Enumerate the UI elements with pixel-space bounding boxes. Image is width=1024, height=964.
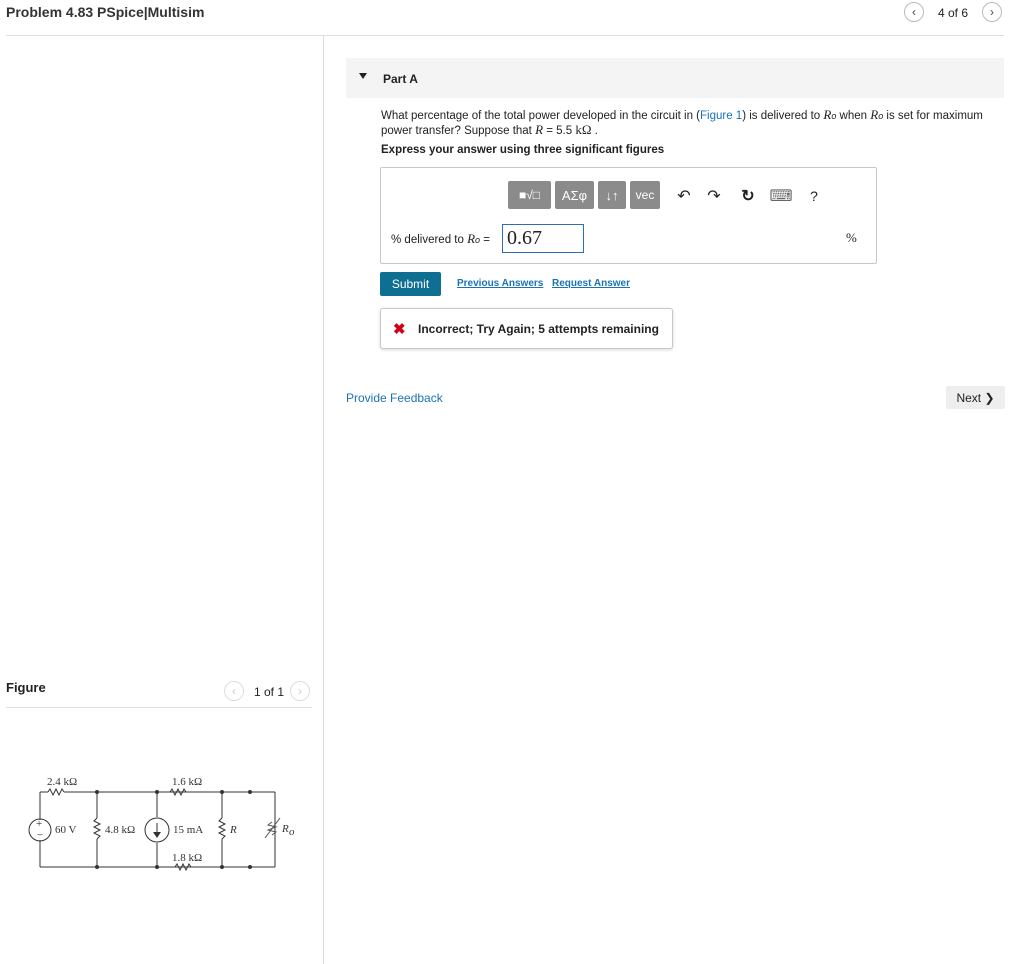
minus-sign: − bbox=[37, 829, 43, 841]
next-button[interactable]: Next ❯ bbox=[946, 386, 1005, 409]
incorrect-x-icon: ✖ bbox=[393, 321, 406, 338]
question-text: What percentage of the total power devel… bbox=[381, 107, 983, 138]
next-problem-button[interactable]: › bbox=[982, 2, 1002, 22]
ro-subscript: o bbox=[289, 826, 295, 838]
redo-icon: ↷ bbox=[707, 188, 721, 205]
keyboard-icon: ⌨ bbox=[769, 188, 793, 205]
sqrt-template-icon: ■√□ bbox=[518, 188, 541, 202]
chevron-right-icon: › bbox=[298, 684, 302, 698]
r2-label: 1.6 kΩ bbox=[172, 776, 202, 788]
voltage-source-label: 60 V bbox=[55, 824, 77, 836]
header-divider bbox=[6, 35, 1004, 36]
previous-answers-link[interactable]: Previous Answers bbox=[457, 278, 543, 289]
chevron-left-icon: ‹ bbox=[912, 5, 916, 19]
answer-input[interactable]: 0.67 bbox=[502, 224, 584, 253]
problem-position: 4 of 6 bbox=[938, 6, 969, 20]
figure-divider bbox=[6, 707, 312, 708]
redo-button[interactable]: ↷ bbox=[704, 184, 724, 208]
submit-button[interactable]: Submit bbox=[380, 272, 441, 296]
instruction-text: Express your answer using three signific… bbox=[381, 144, 665, 156]
r-variable-label: R bbox=[229, 824, 237, 836]
part-label: Part A bbox=[383, 72, 418, 86]
pane-divider bbox=[323, 36, 324, 964]
prev-problem-button[interactable]: ‹ bbox=[904, 2, 924, 22]
reset-icon: ↻ bbox=[741, 188, 755, 205]
current-source-label: 15 mA bbox=[173, 824, 203, 836]
request-answer-link[interactable]: Request Answer bbox=[552, 278, 630, 289]
updown-arrows-icon: ↓↑ bbox=[605, 187, 619, 203]
greek-button[interactable]: ΑΣφ bbox=[555, 181, 594, 209]
reset-button[interactable]: ↻ bbox=[738, 184, 758, 208]
answer-box bbox=[380, 167, 877, 264]
r1-label: 2.4 kΩ bbox=[47, 776, 77, 788]
prev-figure-button[interactable]: ‹ bbox=[224, 681, 244, 701]
caret-down-icon[interactable] bbox=[359, 73, 367, 79]
answer-label: % delivered to Ro = bbox=[391, 231, 490, 246]
template-button[interactable]: ■√□ bbox=[508, 181, 551, 209]
answer-unit: % bbox=[846, 230, 857, 245]
undo-button[interactable]: ↶ bbox=[674, 184, 694, 208]
help-button[interactable]: ? bbox=[806, 184, 822, 208]
circuit-diagram: 2.4 kΩ 1.6 kΩ 4.8 kΩ 1.8 kΩ 60 V 15 mA +… bbox=[28, 776, 295, 872]
chevron-right-icon: › bbox=[990, 5, 994, 19]
problem-title: Problem 4.83 PSpice|Multisim bbox=[6, 4, 205, 20]
greek-icon: ΑΣφ bbox=[561, 187, 588, 203]
figure-link[interactable]: Figure 1 bbox=[700, 110, 742, 122]
figure-position: 1 of 1 bbox=[254, 685, 285, 699]
vec-button[interactable]: vec bbox=[630, 181, 660, 209]
provide-feedback-link[interactable]: Provide Feedback bbox=[346, 391, 443, 405]
next-figure-button[interactable]: › bbox=[290, 681, 310, 701]
undo-icon: ↶ bbox=[677, 188, 691, 205]
r3-label: 4.8 kΩ bbox=[105, 824, 135, 836]
part-header[interactable] bbox=[346, 58, 1004, 98]
updown-button[interactable]: ↓↑ bbox=[598, 181, 626, 209]
help-icon: ? bbox=[810, 188, 818, 204]
chevron-left-icon: ‹ bbox=[232, 684, 236, 698]
ro-label: R bbox=[281, 823, 289, 835]
keyboard-button[interactable]: ⌨ bbox=[769, 184, 793, 208]
r4-label: 1.8 kΩ bbox=[172, 852, 202, 864]
figure-heading: Figure bbox=[6, 680, 46, 695]
feedback-text: Incorrect; Try Again; 5 attempts remaini… bbox=[418, 322, 659, 336]
